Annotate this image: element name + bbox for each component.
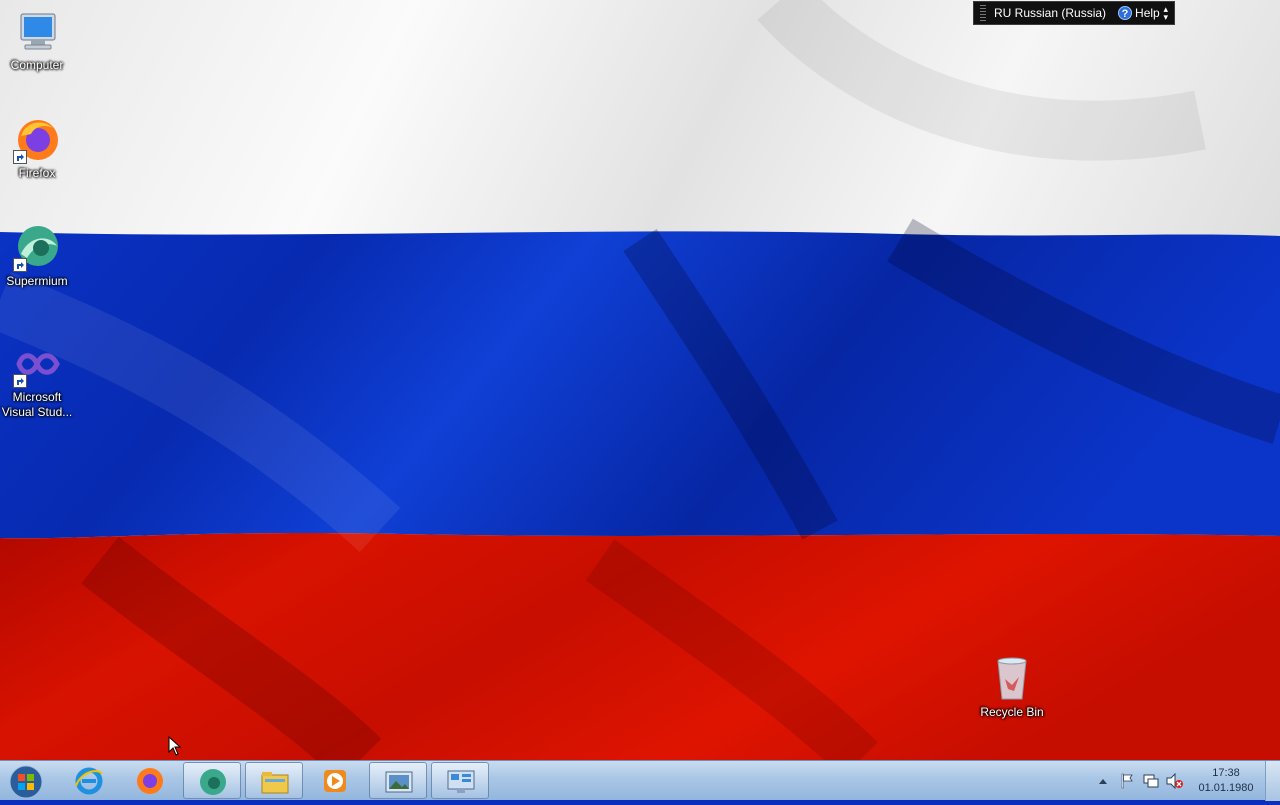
network-icon[interactable] bbox=[1141, 771, 1161, 791]
input-language-button[interactable]: RU Russian (Russia) bbox=[994, 6, 1106, 20]
shortcut-arrow-icon bbox=[13, 258, 27, 272]
firefox-icon bbox=[13, 116, 61, 164]
desktop-icon-visual-studio[interactable]: Microsoft Visual Stud... bbox=[0, 340, 74, 420]
picture-viewer-icon bbox=[385, 771, 413, 793]
internet-explorer-icon bbox=[75, 767, 103, 795]
taskbar-control-panel[interactable] bbox=[431, 762, 489, 799]
shortcut-arrow-icon bbox=[13, 150, 27, 164]
help-icon: ? bbox=[1118, 6, 1133, 20]
help-label: Help bbox=[1135, 6, 1160, 20]
action-center-flag-icon[interactable] bbox=[1117, 771, 1137, 791]
show-hidden-icons-icon[interactable] bbox=[1093, 771, 1113, 791]
visual-studio-icon bbox=[13, 340, 61, 388]
control-panel-icon bbox=[447, 770, 475, 793]
taskbar-picture-viewer[interactable] bbox=[369, 762, 427, 799]
desktop-icon-label: Recycle Bin bbox=[980, 705, 1044, 719]
supermium-icon bbox=[200, 769, 226, 795]
start-button[interactable] bbox=[4, 762, 50, 800]
mouse-cursor-icon bbox=[168, 735, 182, 761]
langbar-grip-handle[interactable] bbox=[980, 5, 986, 21]
recycle-bin-icon bbox=[988, 655, 1036, 703]
desktop-icon-recycle-bin[interactable]: Recycle Bin bbox=[975, 655, 1049, 720]
langbar-options-icon[interactable]: ▴ ▾ bbox=[1163, 5, 1168, 22]
desktop-icon-label: Firefox bbox=[18, 166, 56, 180]
shortcut-arrow-icon bbox=[13, 374, 27, 388]
clock-date: 01.01.1980 bbox=[1198, 782, 1254, 794]
taskbar-supermium[interactable] bbox=[183, 762, 241, 799]
start-orb-icon bbox=[9, 765, 43, 799]
language-bar[interactable]: RU Russian (Russia) ? Help ▴ ▾ bbox=[973, 1, 1175, 25]
taskbar-internet-explorer[interactable] bbox=[60, 762, 118, 799]
desktop-wallpaper bbox=[0, 0, 1280, 760]
clock[interactable]: 17:38 01.01.1980 bbox=[1187, 766, 1265, 796]
desktop-icon-label: Computer bbox=[10, 58, 64, 72]
desktop-icon-supermium[interactable]: Supermium bbox=[0, 224, 74, 289]
computer-icon bbox=[13, 8, 61, 56]
volume-muted-icon[interactable] bbox=[1165, 771, 1185, 791]
desktop-icon-computer[interactable]: Computer bbox=[0, 8, 74, 73]
desktop-icon-label: Supermium bbox=[6, 274, 68, 288]
taskbar-firefox[interactable] bbox=[121, 762, 179, 799]
taskbar-media-player[interactable] bbox=[306, 762, 364, 799]
firefox-icon bbox=[137, 768, 163, 794]
supermium-icon bbox=[13, 224, 61, 272]
media-player-icon bbox=[324, 770, 346, 792]
desktop-icon-firefox[interactable]: Firefox bbox=[0, 116, 74, 181]
taskbar-file-explorer[interactable] bbox=[245, 762, 303, 799]
taskbar: 17:38 01.01.1980 bbox=[0, 760, 1280, 801]
system-tray: 17:38 01.01.1980 bbox=[1091, 761, 1280, 801]
file-explorer-icon bbox=[261, 772, 289, 794]
help-button[interactable]: ? Help bbox=[1118, 6, 1160, 20]
desktop-icon-label: Microsoft Visual Stud... bbox=[1, 390, 73, 419]
show-desktop-button[interactable] bbox=[1265, 761, 1280, 801]
clock-time: 17:38 bbox=[1212, 767, 1240, 779]
